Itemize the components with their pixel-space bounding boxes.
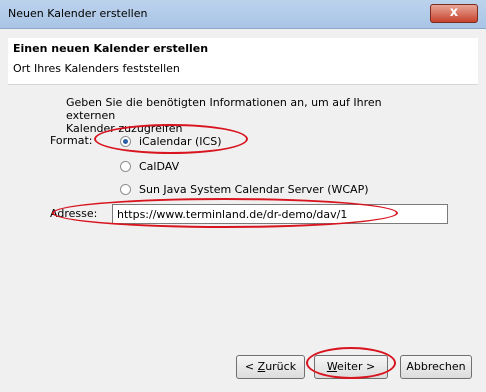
intro-line-2: Kalender zuzugreifen (66, 122, 183, 135)
radio-icalendar[interactable]: iCalendar (ICS) (120, 135, 222, 148)
back-prefix: < (244, 360, 258, 373)
close-icon: x (449, 5, 459, 20)
cancel-button[interactable]: Abbrechen (400, 355, 472, 379)
next-label: eiter > (337, 360, 376, 373)
next-button[interactable]: Weiter > (314, 355, 388, 379)
intro-line-1: Geben Sie die benötigten Informationen a… (66, 96, 382, 122)
radio-icalendar-label: iCalendar (ICS) (139, 135, 222, 148)
address-label: Adresse: (50, 207, 98, 220)
next-accesskey: W (326, 360, 338, 373)
back-button[interactable]: < Zurück (236, 355, 305, 379)
radio-wcap-label: Sun Java System Calendar Server (WCAP) (139, 183, 369, 196)
header-subtitle: Ort Ihres Kalenders feststellen (13, 62, 180, 75)
back-label: urück (265, 360, 297, 373)
radio-unchecked-icon[interactable] (120, 184, 131, 195)
window-title: Neuen Kalender erstellen (8, 7, 148, 20)
intro-text: Geben Sie die benötigten Informationen a… (66, 96, 396, 135)
format-label: Format: (50, 134, 93, 147)
wizard-header: Einen neuen Kalender erstellen Ort Ihres… (8, 38, 478, 85)
radio-checked-icon[interactable] (120, 136, 131, 147)
radio-unchecked-icon[interactable] (120, 161, 131, 172)
wizard-content: Geben Sie die benötigten Informationen a… (8, 86, 480, 392)
close-button[interactable]: x (430, 4, 478, 23)
header-title: Einen neuen Kalender erstellen (13, 42, 209, 55)
radio-wcap[interactable]: Sun Java System Calendar Server (WCAP) (120, 183, 369, 196)
radio-caldav[interactable]: CalDAV (120, 160, 179, 173)
title-bar: Neuen Kalender erstellen x (0, 0, 486, 29)
radio-caldav-label: CalDAV (139, 160, 180, 173)
dialog-window: Neuen Kalender erstellen x Einen neuen K… (0, 0, 486, 392)
address-input[interactable] (112, 204, 448, 224)
